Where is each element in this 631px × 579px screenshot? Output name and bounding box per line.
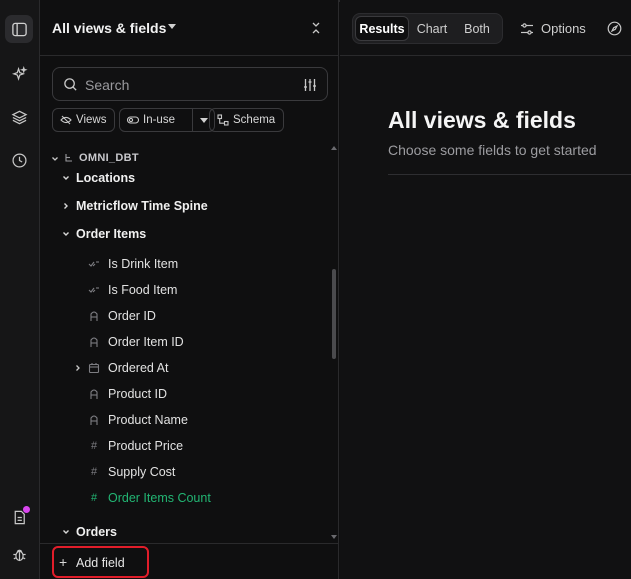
chevron-right-icon[interactable] <box>73 363 83 373</box>
field-label: Product Name <box>108 413 188 427</box>
collapse-icon[interactable] <box>308 20 324 36</box>
panel-toggle-icon <box>11 22 27 36</box>
measure-row[interactable]: # Order Items Count <box>40 486 330 510</box>
search-box <box>52 67 328 101</box>
scroll-down-arrow[interactable] <box>331 535 337 539</box>
tab-both[interactable]: Both <box>455 16 499 41</box>
measure-label: Order Items Count <box>108 491 211 505</box>
fields-sidebar: All views & fields Views In-use <box>40 0 339 579</box>
field-label: Order Item ID <box>108 335 184 349</box>
view-row-order-items[interactable]: Order Items <box>40 222 330 246</box>
calendar-icon <box>88 362 100 374</box>
caret-down-icon[interactable] <box>168 24 176 29</box>
in-use-filter-chip[interactable]: In-use <box>119 108 193 132</box>
options-label: Options <box>541 21 586 36</box>
empty-state-subtitle: Choose some fields to get started <box>388 142 597 158</box>
chevron-down-icon <box>52 157 58 161</box>
in-use-chip-label: In-use <box>143 114 175 126</box>
tab-chart[interactable]: Chart <box>411 16 453 41</box>
schema-name: OMNI_DBT <box>79 152 139 164</box>
field-label: Product Price <box>108 439 184 453</box>
string-type-icon <box>88 414 100 426</box>
views-chip-label: Views <box>76 114 107 126</box>
field-row[interactable]: Order Item ID <box>40 330 330 354</box>
scroll-up-arrow[interactable] <box>331 146 337 150</box>
chevron-down-icon <box>63 176 69 180</box>
field-row[interactable]: Product Name <box>40 408 330 432</box>
panel-toggle-button[interactable] <box>5 15 33 43</box>
search-input[interactable] <box>85 76 285 94</box>
view-row-metricflow-time-spine[interactable]: Metricflow Time Spine <box>40 194 330 218</box>
sidebar-scrollbar[interactable] <box>332 269 336 359</box>
clock-icon <box>11 152 27 168</box>
field-row-ordered-at[interactable]: Ordered At <box>40 356 330 380</box>
number-hash-icon: # <box>90 492 98 504</box>
add-field-label: Add field <box>76 556 125 570</box>
sidebar-header: All views & fields <box>40 0 339 56</box>
options-button[interactable]: Options <box>520 21 586 36</box>
field-row[interactable]: Is Drink Item <box>40 252 330 276</box>
field-tree: OMNI_DBT Locations Metricflow Time Spine… <box>40 146 339 543</box>
view-label: Orders <box>76 525 117 539</box>
notification-dot <box>23 506 30 513</box>
string-type-icon <box>88 310 100 322</box>
string-type-icon <box>88 388 100 400</box>
search-icon <box>64 78 77 91</box>
sidebar-footer: + Add field <box>40 543 339 579</box>
field-row[interactable]: Is Food Item <box>40 278 330 302</box>
number-hash-icon: # <box>90 466 98 478</box>
database-icon <box>65 154 72 162</box>
tab-results[interactable]: Results <box>355 16 409 41</box>
field-label: Order ID <box>108 309 156 323</box>
field-row[interactable]: # Product Price <box>40 434 330 458</box>
divider <box>388 174 631 175</box>
bug-icon <box>12 549 26 561</box>
sliders-icon[interactable] <box>302 77 318 93</box>
add-field-button[interactable]: + Add field <box>52 546 149 578</box>
view-label: Metricflow Time Spine <box>76 199 208 213</box>
sidebar-title[interactable]: All views & fields <box>52 20 166 36</box>
view-label: Locations <box>76 171 136 185</box>
field-row[interactable]: Order ID <box>40 304 330 328</box>
field-row[interactable]: Product ID <box>40 382 330 406</box>
chevron-right-icon <box>64 203 68 209</box>
debug-button[interactable] <box>5 540 33 568</box>
field-row[interactable]: # Supply Cost <box>40 460 330 484</box>
history-button[interactable] <box>5 146 33 174</box>
view-mode-switcher: Results Chart Both <box>352 13 503 44</box>
caret-down-icon <box>199 117 208 123</box>
view-row-orders[interactable]: Orders <box>40 520 330 543</box>
sliders-icon <box>521 22 533 35</box>
main-toolbar: Results Chart Both Options <box>340 0 631 56</box>
compass-icon[interactable] <box>607 21 622 36</box>
sparkles-icon <box>11 65 28 81</box>
boolean-icon <box>88 258 100 270</box>
field-label: Ordered At <box>108 361 169 375</box>
schema-filter-chip[interactable]: Schema <box>209 108 285 132</box>
view-label: Order Items <box>76 227 147 241</box>
views-filter-chip[interactable]: Views <box>52 108 116 132</box>
chevron-down-icon <box>63 530 69 534</box>
eye-off-icon <box>60 115 72 125</box>
document-button[interactable] <box>5 503 33 531</box>
empty-state-title: All views & fields <box>388 107 576 133</box>
layers-button[interactable] <box>5 103 33 131</box>
field-label: Is Drink Item <box>108 257 179 271</box>
field-label: Is Food Item <box>108 283 178 297</box>
schema-icon <box>217 114 229 126</box>
view-row-locations[interactable]: Locations <box>40 166 330 190</box>
left-rail <box>0 0 40 579</box>
field-label: Product ID <box>108 387 168 401</box>
plus-icon: + <box>59 554 68 570</box>
main-panel: Results Chart Both Options All views & f… <box>340 0 631 579</box>
number-hash-icon: # <box>90 440 98 452</box>
ai-assistant-button[interactable] <box>5 60 33 88</box>
field-label: Supply Cost <box>108 465 176 479</box>
layers-icon <box>11 110 27 124</box>
string-type-icon <box>88 336 100 348</box>
chevron-down-icon <box>63 232 69 236</box>
boolean-icon <box>88 284 100 296</box>
schema-chip-label: Schema <box>233 114 276 126</box>
toggle-icon <box>127 116 139 124</box>
